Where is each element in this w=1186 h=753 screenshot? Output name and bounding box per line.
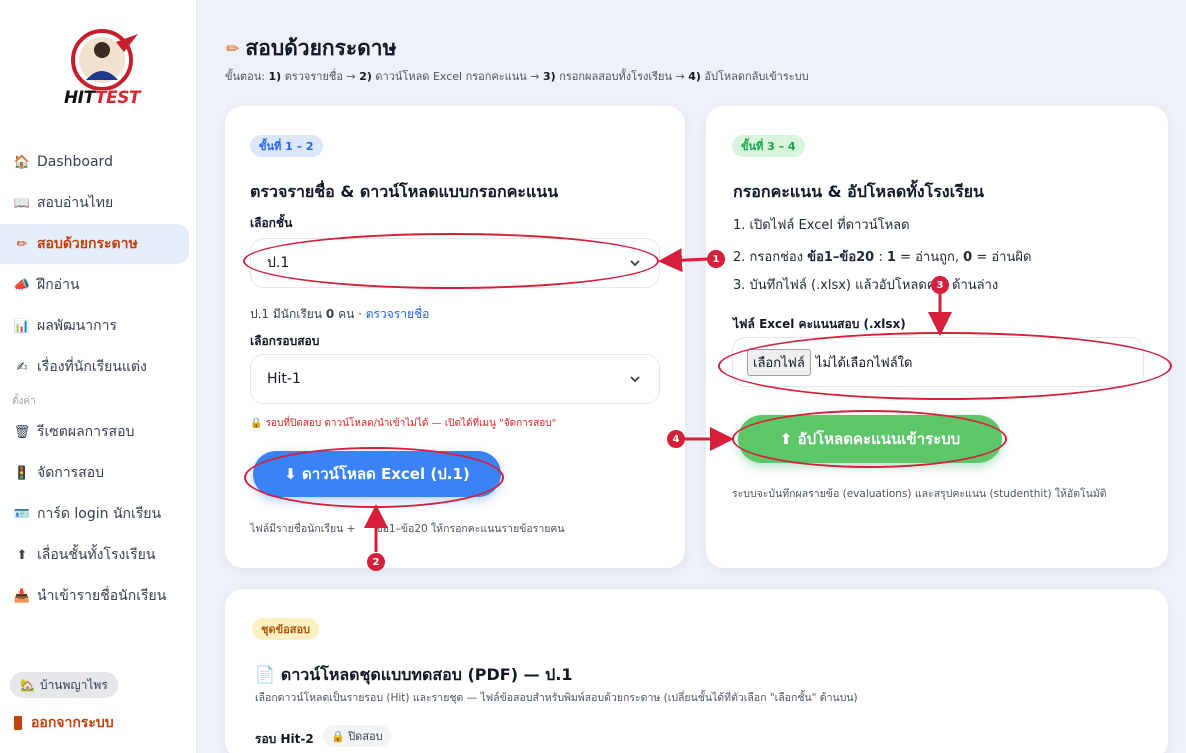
instruction-2: 2. กรอกช่อง ข้อ1–ข้อ20 : 1 = อ่านถูก, 0 … [733, 250, 1032, 265]
up-arrow-icon: ⬆ [16, 547, 28, 563]
home-icon: 🏡 [20, 678, 35, 692]
annotation-1: 1 [707, 250, 725, 268]
check-roster-link[interactable]: ตรวจรายชื่อ [366, 307, 430, 321]
sidebar-item-thai-reading-test[interactable]: 📖 สอบอ่านไทย [0, 183, 189, 223]
sidebar-item-label: เลื่อนชั้นทั้งโรงเรียน [37, 547, 156, 563]
document-icon: 📄 [255, 665, 275, 684]
sidebar-item-label: สอบด้วยกระดาษ [37, 236, 138, 252]
logo-text: HITTEST [63, 88, 141, 108]
instruction-1: 1. เปิดไฟล์ Excel ที่ดาวน์โหลด [733, 218, 910, 233]
upload-scores-button[interactable]: ⬆ อัปโหลดคะแนนเข้าระบบ [738, 415, 1002, 463]
sidebar-nav: 🏠 Dashboard 📖 สอบอ่านไทย ✏ สอบด้วยกระดาษ… [0, 142, 197, 617]
file-footnote: ไฟล์มีรายชื่อนักเรียน + ข้อ1–ข้อ20 ให้กร… [250, 523, 565, 535]
house-icon: 🏠 [13, 154, 31, 170]
sidebar-item-student-stories[interactable]: ✍ เรื่องที่นักเรียนแต่ง [0, 347, 189, 387]
round-select[interactable]: Hit-1 [250, 354, 660, 404]
sidebar-item-label: ฝึกอ่าน [37, 277, 80, 293]
file-status: ไม่ได้เลือกไฟล์ใด [815, 355, 913, 371]
choose-file-button[interactable]: เลือกไฟล์ [747, 348, 811, 376]
sidebar-item-label: ผลพัฒนาการ [37, 318, 117, 334]
student-info: ป.1 มีนักเรียน 0 คน · ตรวจรายชื่อ [250, 307, 430, 321]
test-set-description: เลือกดาวน์โหลดเป็นรายรอบ (Hit) และรายชุด… [255, 692, 858, 704]
logout-icon [14, 716, 22, 730]
annotation-4: 4 [667, 430, 685, 448]
sidebar: HITTEST 🏠 Dashboard 📖 สอบอ่านไทย ✏ สอบด้… [0, 0, 197, 753]
instruction-3: 3. บันทึกไฟล์ (.xlsx) แล้วอัปโหลดค ด้านล… [733, 278, 999, 293]
sidebar-item-manage-exams[interactable]: 🚦 จัดการสอบ [0, 453, 189, 493]
trash-icon: 🗑 [13, 424, 31, 440]
class-label: เลือกชั้น [250, 216, 293, 230]
test-set-card: ชุดข้อสอบ 📄 ดาวน์โหลดชุดแบบทดสอบ (PDF) — … [225, 589, 1168, 753]
card-title: กรอกคะแนน & อัปโหลดทั้งโรงเรียน [733, 182, 984, 201]
upload-icon: 📥 [13, 588, 31, 604]
annotation-3: 3 [931, 276, 949, 294]
sidebar-item-reset-results[interactable]: 🗑 รีเซตผลการสอบ [0, 412, 189, 452]
pencil-icon: ✏ [16, 236, 28, 252]
bar-chart-icon: 📊 [13, 318, 31, 334]
chevron-down-icon [630, 376, 640, 383]
sidebar-item-reading-practice[interactable]: 📣 ฝึกอ่าน [0, 265, 189, 305]
sidebar-item-label: รีเซตผลการสอบ [37, 424, 135, 440]
school-chip[interactable]: 🏡 บ้านพญาไพร [10, 672, 118, 698]
sidebar-item-label: นำเข้ารายชื่อนักเรียน [37, 588, 167, 604]
sidebar-item-promote-school[interactable]: ⬆ เลื่อนชั้นทั้งโรงเรียน [0, 535, 189, 575]
chevron-down-icon [630, 260, 640, 267]
logo-emblem [71, 29, 138, 91]
book-icon: 📖 [13, 195, 31, 211]
export-card: ขั้นที่ 1 – 2 ตรวจรายชื่อ & ดาวน์โหลดแบบ… [225, 106, 685, 568]
closed-status-chip: 🔒 ปิดสอบ [323, 725, 391, 747]
round-hit-label: รอบ Hit-2 [255, 732, 314, 746]
id-card-icon: 🪪 [13, 506, 31, 522]
class-select[interactable]: ป.1 [250, 238, 660, 288]
sidebar-item-label: เรื่องที่นักเรียนแต่ง [37, 359, 147, 375]
annotation-2: 2 [367, 553, 385, 571]
card-title: 📄 ดาวน์โหลดชุดแบบทดสอบ (PDF) — ป.1 [255, 665, 573, 684]
round-label: เลือกรอบสอบ [250, 334, 320, 348]
writing-hand-icon: ✍ [16, 359, 28, 375]
sidebar-item-dashboard[interactable]: 🏠 Dashboard [0, 142, 189, 182]
file-label: ไฟล์ Excel คะแนนสอบ (.xlsx) [733, 317, 906, 331]
steps-text: ขั้นตอน: 1) ตรวจรายชื่อ → 2) ดาวน์โหลด E… [225, 70, 809, 83]
traffic-light-icon: 🚦 [13, 465, 31, 481]
upload-note: ระบบจะบันทึกผลรายข้อ (evaluations) และสร… [732, 488, 1107, 500]
closed-round-warning: 🔒 รอบที่ปิดสอบ ดาวน์โหลด/นำเข้าไม่ได้ — … [250, 418, 557, 429]
test-set-badge: ชุดข้อสอบ [252, 618, 320, 640]
megaphone-icon: 📣 [13, 277, 31, 293]
sidebar-item-label: การ์ด login นักเรียน [37, 506, 162, 522]
sidebar-item-paper-test[interactable]: ✏ สอบด้วยกระดาษ [0, 224, 189, 264]
sidebar-item-label: สอบอ่านไทย [37, 195, 114, 211]
step-badge: ขั้นที่ 1 – 2 [250, 135, 323, 157]
logout-button[interactable]: ออกจากระบบ [14, 712, 114, 734]
sidebar-item-progress[interactable]: 📊 ผลพัฒนาการ [0, 306, 189, 346]
sidebar-item-label: จัดการสอบ [37, 465, 104, 481]
card-title: ตรวจรายชื่อ & ดาวน์โหลดแบบกรอกคะแนน [250, 182, 559, 201]
import-card: ขั้นที่ 3 – 4 กรอกคะแนน & อัปโหลดทั้งโรง… [706, 106, 1168, 568]
download-excel-button[interactable]: ⬇ ดาวน์โหลด Excel (ป.1) [253, 451, 501, 497]
sidebar-item-import-students[interactable]: 📥 นำเข้ารายชื่อนักเรียน [0, 576, 189, 616]
file-input[interactable]: เลือกไฟล์ ไม่ได้เลือกไฟล์ใด [732, 337, 1144, 387]
pencil-icon: ✏ [226, 39, 240, 58]
sidebar-item-label: Dashboard [37, 154, 113, 170]
sidebar-item-login-cards[interactable]: 🪪 การ์ด login นักเรียน [0, 494, 189, 534]
step-badge: ขั้นที่ 3 – 4 [732, 135, 805, 157]
hittest-logo[interactable]: HITTEST [58, 28, 146, 108]
page-title: ✏ สอบด้วยกระดาษ [226, 36, 397, 60]
settings-section-label: ตั้งค่า [12, 396, 36, 407]
